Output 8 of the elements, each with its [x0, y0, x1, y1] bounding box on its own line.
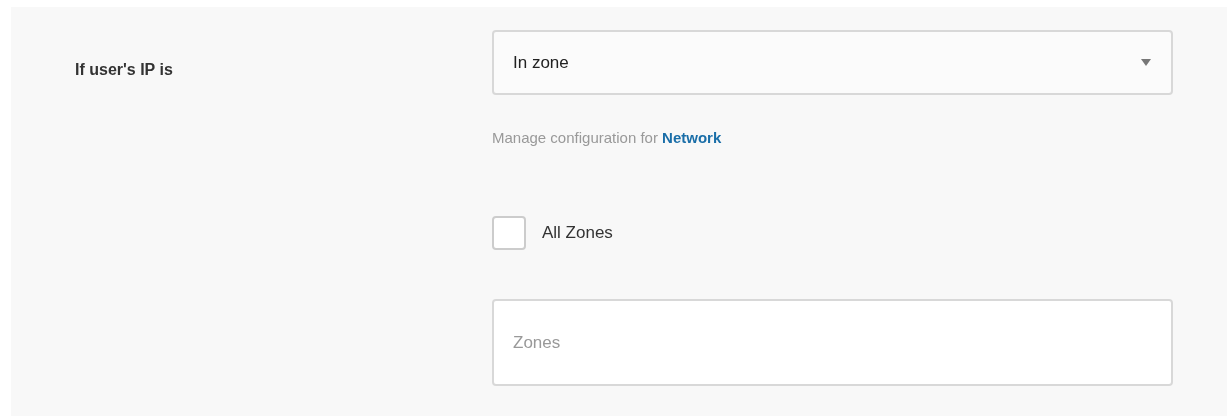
all-zones-checkbox[interactable] [492, 216, 526, 250]
field-label: If user's IP is [74, 60, 174, 80]
caret-icon [1141, 59, 1151, 66]
zone-dropdown[interactable]: In zone [492, 30, 1173, 95]
helper-text: Manage configuration for Network [492, 129, 723, 146]
checkbox-label: All Zones [542, 223, 613, 243]
network-link[interactable]: Network [662, 129, 722, 146]
zones-field[interactable]: Zones [492, 299, 1173, 386]
